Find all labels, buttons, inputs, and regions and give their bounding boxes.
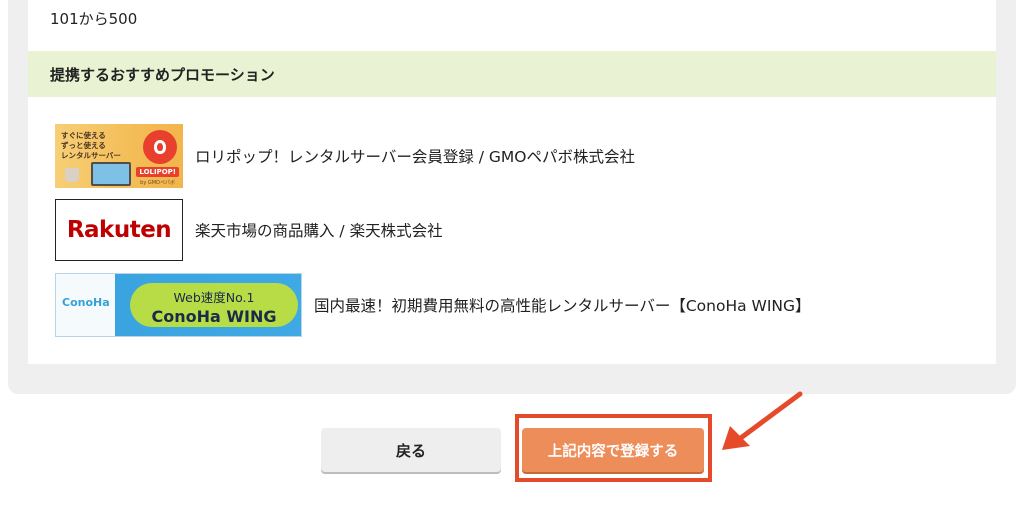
rakuten-logo: Rakuten [66, 217, 172, 243]
lolipop-banner-line-3: レンタルサーバー [61, 151, 121, 160]
promo-label-conoha[interactable]: 国内最速！初期費用無料の高性能レンタルサーバー【ConoHa WING】 [314, 294, 811, 316]
rakuten-banner-image[interactable]: Rakuten [55, 199, 183, 261]
lolipop-logo-icon [143, 130, 177, 164]
pointer-arrow-icon [722, 391, 803, 450]
range-value: 101から500 [50, 10, 138, 28]
conoha-small-logo: ConoHa [62, 296, 110, 309]
laptop-icon [91, 162, 131, 186]
register-submit-button[interactable]: 上記内容で登録する [522, 428, 704, 472]
promo-item-lolipop[interactable]: すぐに使える ずっと使える レンタルサーバー LOLIPOP! by GMOペパ… [55, 124, 635, 188]
lolipop-banner-sub: by GMOペパボ [140, 180, 175, 186]
promotions-section-title: 提携するおすすめプロモーション [50, 66, 275, 84]
promo-item-conoha[interactable]: ConoHa Web速度No.1 ConoHa WING 国内最速！初期費用無料… [55, 273, 811, 337]
conoha-banner-line-1: Web速度No.1 [173, 290, 255, 305]
lolipop-logo-text: LOLIPOP! [136, 167, 179, 177]
back-button[interactable]: 戻る [321, 428, 501, 472]
conoha-banner-pill: Web速度No.1 ConoHa WING [130, 283, 298, 327]
promotions-section-header: 提携するおすすめプロモーション [28, 51, 996, 97]
conoha-banner-image[interactable]: ConoHa Web速度No.1 ConoHa WING [55, 273, 302, 337]
cup-icon [65, 168, 79, 182]
promo-item-rakuten[interactable]: Rakuten 楽天市場の商品購入 / 楽天株式会社 [55, 199, 443, 261]
promo-label-rakuten[interactable]: 楽天市場の商品購入 / 楽天株式会社 [195, 219, 443, 241]
promo-label-lolipop[interactable]: ロリポップ！レンタルサーバー会員登録 / GMOペパボ株式会社 [195, 145, 635, 167]
lolipop-banner-image[interactable]: すぐに使える ずっと使える レンタルサーバー LOLIPOP! by GMOペパ… [55, 124, 183, 188]
conoha-banner-line-2: ConoHa WING [151, 307, 277, 326]
